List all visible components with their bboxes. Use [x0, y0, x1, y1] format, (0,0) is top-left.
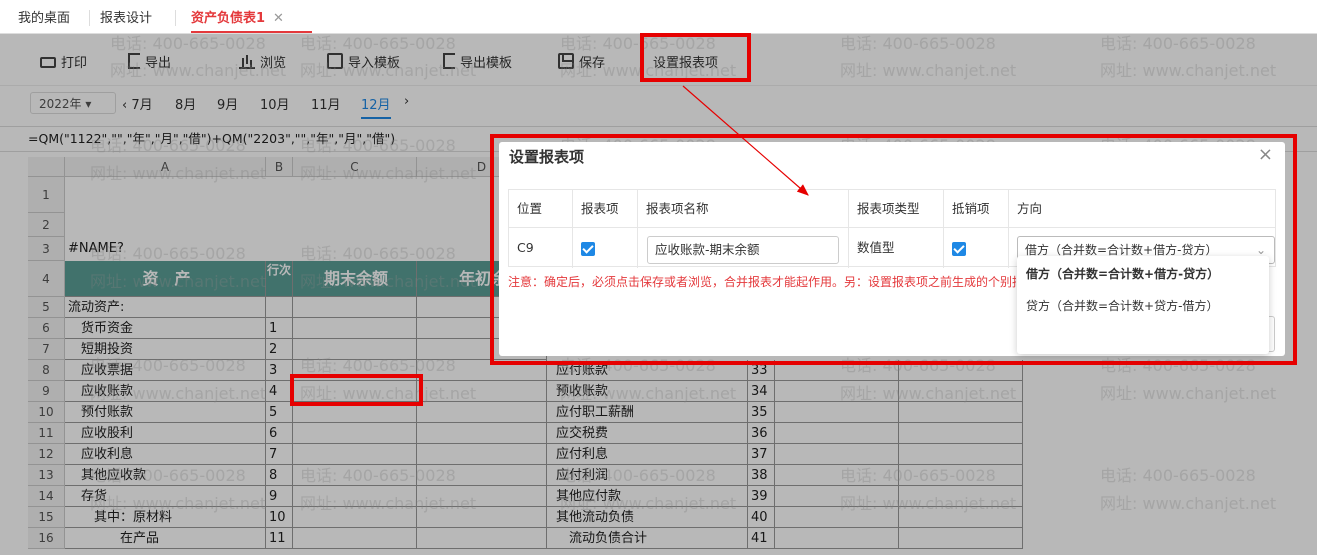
highlight-cell-c9 [290, 374, 423, 406]
tab-divider [175, 10, 176, 26]
dropdown-option-debit[interactable]: 借方（合并数=合计数+借方-贷方） [1026, 265, 1219, 282]
th-offset: 抵销项 [944, 190, 1009, 228]
td-item-type: 数值型 [849, 228, 944, 268]
th-item-name: 报表项名称 [638, 190, 849, 228]
td-report-item [573, 228, 638, 268]
item-name-input[interactable]: 应收账款-期末余额 [647, 236, 839, 264]
th-report-item: 报表项 [573, 190, 638, 228]
tab-divider [89, 10, 90, 26]
highlight-set-items [640, 33, 751, 82]
dropdown-option-credit[interactable]: 贷方（合并数=合计数+贷方-借方） [1026, 297, 1218, 314]
direction-select-value: 借方（合并数=合计数+借方-贷方） [1025, 243, 1218, 257]
dialog-note: 注意：确定后，必须点击保存或者浏览，合并报表才能起作用。另：设置报表项之前生成的… [508, 275, 1016, 289]
tab-report-design[interactable]: 报表设计 [100, 0, 152, 34]
tab-balance-sheet-label: 资产负债表1 [191, 11, 266, 26]
tab-bar: 我的桌面 报表设计 资产负债表1 ✕ [0, 0, 1317, 34]
report-item-checkbox[interactable] [581, 241, 595, 256]
close-icon[interactable]: × [1258, 144, 1273, 165]
tab-balance-sheet[interactable]: 资产负债表1 ✕ [191, 0, 312, 33]
offset-checkbox[interactable] [952, 241, 966, 256]
td-position: C9 [509, 228, 573, 268]
tab-desktop[interactable]: 我的桌面 [18, 0, 70, 34]
td-offset [944, 228, 1009, 268]
th-item-type: 报表项类型 [849, 190, 944, 228]
dialog-title: 设置报表项 [509, 148, 585, 166]
close-icon[interactable]: ✕ [273, 11, 284, 26]
th-direction: 方向 [1009, 190, 1275, 228]
th-position: 位置 [509, 190, 573, 228]
direction-dropdown: 借方（合并数=合计数+借方-贷方） 贷方（合并数=合计数+贷方-借方） [1017, 256, 1269, 354]
